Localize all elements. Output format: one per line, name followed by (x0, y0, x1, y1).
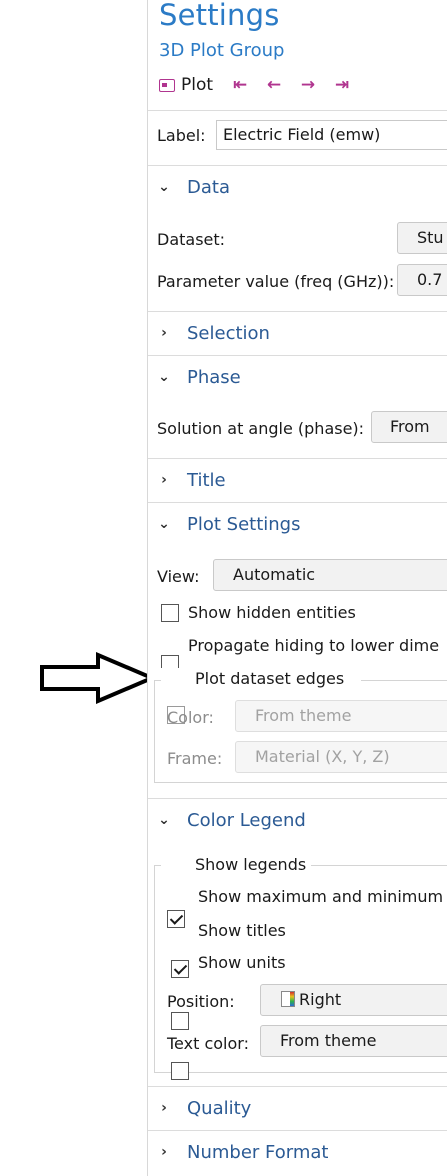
divider (148, 1086, 447, 1087)
divider (148, 165, 447, 166)
section-plot-settings-header[interactable]: ⌄ Plot Settings (148, 504, 447, 544)
section-title: Plot Settings (187, 513, 301, 535)
divider (148, 110, 447, 111)
text-color-label: Text color: (167, 1034, 249, 1053)
next-icon[interactable]: → (291, 75, 325, 95)
text-color-select[interactable]: From theme (260, 1025, 447, 1057)
chevron-right-icon: › (161, 1144, 167, 1160)
position-value: Right (299, 990, 342, 1009)
chevron-down-icon: ⌄ (158, 516, 170, 532)
view-label: View: (157, 567, 200, 586)
section-title: Title (187, 469, 226, 491)
page-title: Settings (159, 0, 280, 32)
section-number-format-header[interactable]: › Number Format (148, 1132, 447, 1172)
show-legends-checkbox[interactable] (167, 910, 185, 928)
propagate-hiding-label: Propagate hiding to lower dime (188, 636, 440, 655)
section-color-legend-header[interactable]: ⌄ Color Legend (148, 800, 447, 840)
dataset-label: Dataset: (157, 230, 226, 249)
settings-panel: Settings 3D Plot Group Plot ⇤ ← → ⇥ Labe… (147, 0, 447, 1176)
plot-icon[interactable] (159, 78, 175, 92)
dataset-select[interactable]: Stu (397, 222, 447, 254)
show-units-checkbox[interactable] (171, 1062, 189, 1080)
section-title: Number Format (187, 1141, 329, 1163)
view-select[interactable]: Automatic (213, 559, 447, 591)
label-input[interactable]: Electric Field (emw) (216, 120, 447, 150)
show-titles-label: Show titles (198, 921, 286, 940)
empty-canvas-area (0, 0, 147, 1176)
page-subtitle: 3D Plot Group (159, 40, 285, 61)
divider (148, 458, 447, 459)
section-phase-header[interactable]: ⌄ Phase (148, 357, 447, 397)
chevron-down-icon: ⌄ (158, 369, 170, 385)
section-title: Quality (187, 1097, 252, 1119)
previous-icon[interactable]: ← (257, 75, 291, 95)
divider (148, 355, 447, 356)
first-icon[interactable]: ⇤ (223, 75, 257, 95)
section-title: Selection (187, 322, 270, 344)
plot-dataset-edges-label: Plot dataset edges (195, 669, 345, 688)
last-icon[interactable]: ⇥ (325, 75, 359, 95)
section-quality-header[interactable]: › Quality (148, 1088, 447, 1128)
color-legend-icon (281, 991, 295, 1007)
section-title: Phase (187, 366, 241, 388)
color-label: Color: (167, 708, 214, 727)
solution-angle-select[interactable]: From (371, 411, 447, 443)
position-label: Position: (167, 992, 235, 1011)
chevron-down-icon: ⌄ (158, 812, 170, 828)
section-title-header[interactable]: › Title (148, 460, 447, 500)
show-legends-label: Show legends (195, 855, 307, 874)
color-select[interactable]: From theme (235, 700, 447, 732)
show-max-min-label: Show maximum and minimum (198, 887, 444, 906)
section-data-header[interactable]: ⌄ Data (148, 167, 447, 207)
divider (148, 798, 447, 799)
chevron-right-icon: › (161, 472, 167, 488)
parameter-value-select[interactable]: 0.7 (397, 264, 447, 296)
frame-label: Frame: (167, 749, 223, 768)
section-title: Data (187, 176, 230, 198)
show-hidden-entities-checkbox[interactable] (161, 604, 179, 622)
parameter-value-label: Parameter value (freq (GHz)): (157, 272, 395, 291)
chevron-right-icon: › (161, 325, 167, 341)
divider (148, 1130, 447, 1131)
chevron-right-icon: › (161, 1100, 167, 1116)
show-units-label: Show units (198, 953, 286, 972)
show-hidden-entities-label: Show hidden entities (188, 603, 356, 622)
section-selection-header[interactable]: › Selection (148, 313, 447, 353)
plot-toolbar: Plot ⇤ ← → ⇥ (159, 73, 359, 97)
divider (148, 311, 447, 312)
section-title: Color Legend (187, 809, 306, 831)
label-label: Label: (157, 126, 206, 145)
pointer-arrow-annotation (40, 652, 158, 704)
divider (148, 502, 447, 503)
solution-angle-label: Solution at angle (phase): (157, 419, 365, 438)
show-titles-checkbox[interactable] (171, 1012, 189, 1030)
plot-button[interactable]: Plot (181, 75, 213, 95)
frame-select[interactable]: Material (X, Y, Z) (235, 741, 447, 773)
chevron-down-icon: ⌄ (158, 179, 170, 195)
show-max-min-checkbox[interactable] (171, 960, 189, 978)
position-select[interactable]: Right (260, 984, 447, 1016)
